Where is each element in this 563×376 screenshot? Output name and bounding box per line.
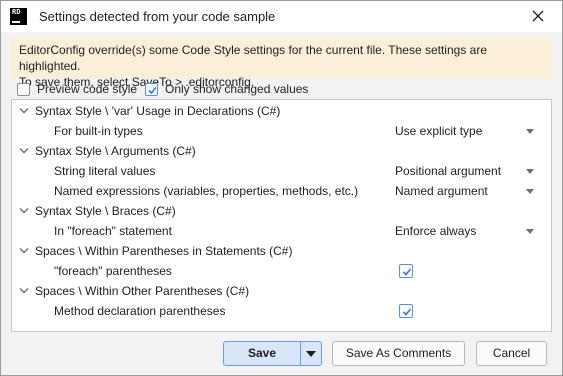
save-button[interactable]: Save	[224, 342, 300, 365]
setting-label: Named expressions (variables, properties…	[54, 184, 359, 198]
setting-value-dropdown[interactable]: Positional argument	[395, 161, 501, 181]
tree-group-label: Syntax Style \ Braces (C#)	[35, 204, 176, 218]
checkmark-icon	[402, 308, 412, 316]
tree-group[interactable]: Syntax Style \ 'var' Usage in Declaratio…	[12, 101, 551, 121]
cancel-button[interactable]: Cancel	[476, 341, 547, 366]
editorconfig-warning-banner: EditorConfig override(s) some Code Style…	[11, 38, 552, 89]
setting-value-checkbox[interactable]	[399, 264, 413, 278]
app-icon-text: RD	[12, 8, 21, 16]
setting-label: String literal values	[54, 164, 156, 178]
chevron-down-icon[interactable]	[19, 147, 29, 155]
setting-label: For built-in types	[54, 124, 143, 138]
preview-code-style-label: Preview code style	[37, 82, 138, 96]
chevron-down-icon[interactable]	[19, 107, 29, 115]
tree-group-label: Syntax Style \ 'var' Usage in Declaratio…	[35, 104, 281, 118]
only-show-changed-checkbox[interactable]	[145, 82, 158, 96]
settings-dialog: RD Settings detected from your code samp…	[0, 0, 563, 376]
save-split-button[interactable]: Save	[223, 341, 322, 366]
checkmark-icon	[402, 268, 412, 276]
chevron-down-icon[interactable]	[19, 247, 29, 255]
tree-group-label: Syntax Style \ Arguments (C#)	[35, 144, 196, 158]
settings-tree: Syntax Style \ 'var' Usage in Declaratio…	[11, 99, 552, 332]
setting-label: In "foreach" statement	[54, 224, 172, 238]
preview-code-style-option[interactable]: Preview code style	[17, 81, 137, 97]
dropdown-arrow-icon[interactable]	[526, 229, 534, 234]
chevron-down-icon[interactable]	[19, 287, 29, 295]
close-icon	[532, 10, 544, 22]
tree-setting-row[interactable]: String literal values Positional argument	[12, 161, 551, 181]
only-show-changed-label: Only show changed values	[165, 82, 309, 96]
checkmark-icon	[148, 86, 157, 94]
tree-group[interactable]: Spaces \ Within Other Parentheses (C#)	[12, 281, 551, 301]
dropdown-arrow-icon[interactable]	[526, 189, 534, 194]
dialog-title: Settings detected from your code sample	[39, 9, 276, 24]
setting-value-checkbox[interactable]	[399, 304, 413, 318]
tree-setting-row[interactable]: For built-in types Use explicit type	[12, 121, 551, 141]
banner-line-1: EditorConfig override(s) some Code Style…	[19, 43, 487, 73]
save-dropdown-button[interactable]	[301, 342, 321, 365]
dropdown-arrow-icon[interactable]	[526, 169, 534, 174]
chevron-down-icon[interactable]	[19, 207, 29, 215]
setting-value-dropdown[interactable]: Named argument	[395, 181, 488, 201]
tree-setting-row[interactable]: In "foreach" statement Enforce always	[12, 221, 551, 241]
tree-group[interactable]: Syntax Style \ Arguments (C#)	[12, 141, 551, 161]
save-as-comments-button[interactable]: Save As Comments	[332, 341, 465, 366]
setting-label: "foreach" parentheses	[54, 264, 172, 278]
tree-group[interactable]: Syntax Style \ Braces (C#)	[12, 201, 551, 221]
setting-value-dropdown[interactable]: Enforce always	[395, 221, 476, 241]
title-bar: RD Settings detected from your code samp…	[1, 1, 562, 32]
setting-label: Method declaration parentheses	[54, 304, 226, 318]
preview-code-style-checkbox[interactable]	[17, 82, 30, 96]
tree-group-label: Spaces \ Within Other Parentheses (C#)	[35, 284, 250, 298]
tree-group-label: Spaces \ Within Parentheses in Statement…	[35, 244, 293, 258]
close-button[interactable]	[523, 4, 553, 29]
tree-setting-row[interactable]: Method declaration parentheses	[12, 301, 551, 321]
rider-app-icon: RD	[10, 8, 27, 25]
only-show-changed-option[interactable]: Only show changed values	[145, 81, 308, 97]
dropdown-arrow-icon	[306, 351, 316, 357]
tree-setting-row[interactable]: Named expressions (variables, properties…	[12, 181, 551, 201]
tree-setting-row[interactable]: "foreach" parentheses	[12, 261, 551, 281]
dropdown-arrow-icon[interactable]	[526, 129, 534, 134]
tree-group[interactable]: Spaces \ Within Parentheses in Statement…	[12, 241, 551, 261]
setting-value-dropdown[interactable]: Use explicit type	[395, 121, 482, 141]
